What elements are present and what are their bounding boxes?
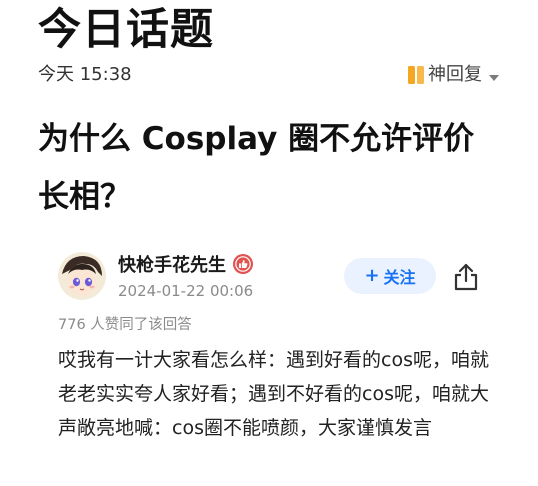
- topic-source-dropdown[interactable]: 神回复: [408, 62, 500, 88]
- thumb-badge-icon: [232, 253, 254, 275]
- source-label: 神回复: [428, 64, 482, 85]
- agree-count: 776 人赞同了该回答: [58, 317, 192, 333]
- author-name[interactable]: 快枪手花先生: [118, 251, 226, 277]
- book-icon: [408, 66, 424, 84]
- share-icon[interactable]: [452, 262, 480, 292]
- answer-date: 2024-01-22 00:06: [118, 282, 254, 300]
- avatar[interactable]: [58, 252, 106, 300]
- question-title[interactable]: 为什么 Cosplay 圈不允许评价长相？: [38, 110, 500, 226]
- meta-row: 今天 15:38 神回复: [38, 62, 500, 88]
- author-name-wrap: 快枪手花先生: [118, 250, 254, 278]
- page-title: 今日话题: [38, 5, 214, 55]
- author-row: 快枪手花先生 2024-01-22 00:06 + 关注: [58, 250, 498, 306]
- caret-down-icon: [488, 69, 500, 81]
- follow-label: 关注: [383, 268, 416, 287]
- topic-date: 今天 15:38: [38, 64, 132, 85]
- plus-icon: +: [364, 265, 380, 286]
- answer-body[interactable]: 哎我有一计大家看怎么样：遇到好看的cos呢，咱就老老实实夸人家好看；遇到不好看的…: [58, 343, 490, 445]
- follow-button[interactable]: + 关注: [344, 258, 436, 294]
